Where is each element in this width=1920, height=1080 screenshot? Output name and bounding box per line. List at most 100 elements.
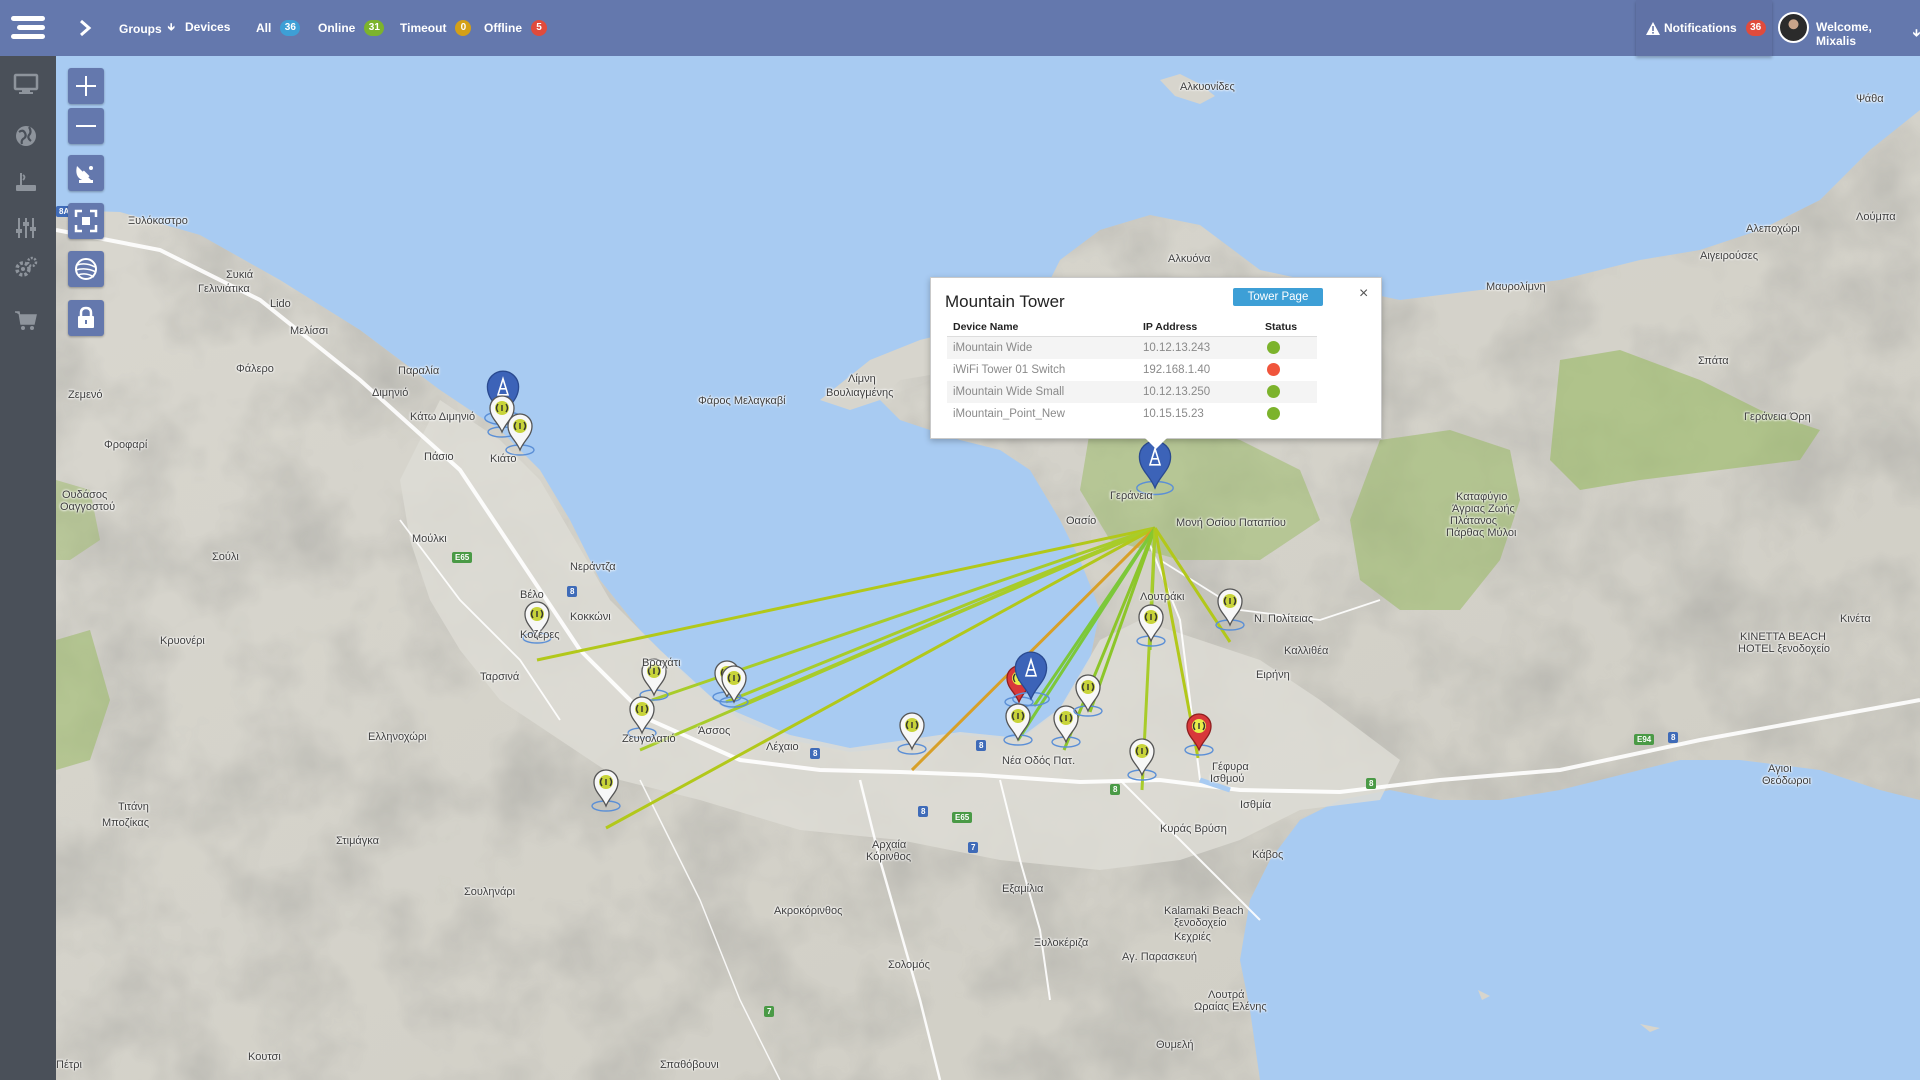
device-marker[interactable] (1215, 588, 1245, 631)
status-online-dot (1267, 385, 1280, 398)
map-place-label: Βουλιαγμένης (826, 387, 894, 399)
map-place-label: Καλλιθέα (1284, 645, 1329, 657)
device-name-cell[interactable]: iMountain_Point_New (947, 403, 1137, 425)
device-marker[interactable] (897, 712, 927, 755)
device-marker[interactable] (1127, 738, 1157, 781)
tower-popup: Mountain Tower Tower Page × Device Name … (930, 277, 1382, 449)
map-place-label: Τιτάνη (118, 801, 149, 813)
map-layer-button[interactable] (68, 251, 104, 287)
map-place-label: Μαυρολίμνη (1486, 281, 1546, 293)
logo-icon (11, 16, 45, 39)
ip-cell: 192.168.1.40 (1143, 363, 1211, 376)
filter-online[interactable]: Online 31 (318, 20, 385, 36)
chevron-right-icon[interactable] (76, 18, 94, 38)
map-place-label: Ουδάσος (62, 489, 108, 501)
road-shield: 8 (976, 740, 987, 751)
map-place-label: Ξυλοκέριζα (1034, 937, 1089, 949)
map-place-label: Αιγειρούσες (1700, 250, 1759, 262)
table-row[interactable]: iMountain Wide Small 10.12.13.250 (947, 380, 1317, 403)
map-place-label: Πέτρι (56, 1059, 82, 1071)
table-row[interactable]: iMountain Wide 10.12.13.243 (947, 336, 1317, 359)
status-offline-dot (1267, 363, 1280, 376)
device-name-cell[interactable]: iMountain Wide (947, 336, 1137, 359)
map-place-label: Λουτρά (1208, 989, 1245, 1001)
offline-device-marker[interactable] (1184, 713, 1214, 756)
road-shield: 8 (1366, 778, 1377, 789)
devices-link[interactable]: Devices (185, 20, 230, 34)
filter-offline[interactable]: Offline 5 (484, 20, 547, 36)
map-place-label: Φάλερο (236, 363, 274, 375)
groups-dropdown[interactable]: Groups 🡳 (119, 20, 175, 37)
filter-timeout[interactable]: Timeout 0 (400, 20, 472, 36)
device-marker[interactable] (1051, 705, 1081, 748)
map-place-label: Ξυλόκαστρο (128, 215, 188, 227)
device-name-cell[interactable]: iMountain Wide Small (947, 380, 1137, 403)
device-marker[interactable] (1003, 703, 1033, 746)
map-place-label: Αρχαία (872, 839, 907, 851)
cart-icon[interactable] (12, 306, 40, 334)
notifications-label: Notifications (1664, 21, 1737, 35)
map-place-label: HOTEL ξενοδοχείο (1738, 643, 1830, 655)
status-online-dot (1267, 341, 1280, 355)
fit-bounds-button[interactable] (68, 203, 104, 239)
avatar[interactable] (1778, 12, 1809, 43)
map-place-label: Λουτράκι (1140, 591, 1185, 603)
app-logo[interactable] (0, 0, 56, 56)
device-marker[interactable] (505, 413, 535, 456)
link-line[interactable] (536, 526, 1156, 662)
link-line[interactable] (605, 526, 1156, 830)
lock-icon (78, 306, 94, 328)
map-place-label: Συκιά (226, 269, 254, 281)
table-row[interactable]: iMountain_Point_New 10.15.15.23 (947, 403, 1317, 425)
map-place-label: Κεχριές (1174, 931, 1211, 943)
device-marker[interactable] (1136, 604, 1166, 647)
zoom-out-button[interactable] (68, 108, 104, 144)
filter-timeout-count: 0 (455, 20, 472, 36)
link-line[interactable] (910, 526, 1157, 772)
device-marker[interactable] (1073, 674, 1103, 717)
map-place-label: Νεράντζα (570, 561, 616, 573)
map-place-label: Εξαμίλια (1002, 883, 1044, 895)
filter-all[interactable]: All 36 (256, 20, 301, 36)
notifications-button[interactable]: Notifications 36 (1636, 0, 1772, 56)
map-place-label: Αλεποχώρι (1746, 223, 1800, 235)
close-icon[interactable]: × (1359, 286, 1368, 302)
map-place-label: Μποζίκας (102, 817, 150, 829)
tower-marker[interactable] (1136, 440, 1174, 496)
map-place-label: Αλκυόνα (1168, 253, 1211, 265)
zoom-in-icon (76, 76, 96, 96)
map-place-label: Ζεμενό (68, 389, 103, 401)
satellite-button[interactable] (68, 155, 104, 191)
road-shield: 8 (1110, 784, 1121, 795)
map-place-label: Γεράνεια Όρη (1744, 411, 1811, 423)
device-marker[interactable] (627, 696, 657, 739)
map-place-label: Κυράς Βρύση (1160, 823, 1227, 835)
gears-icon[interactable] (12, 254, 40, 282)
map-place-label: Ζευγολατιό (622, 733, 676, 745)
road-shield: 7 (764, 1006, 775, 1017)
monitor-icon[interactable] (12, 70, 40, 98)
map-place-label: Κρυονέρι (160, 635, 205, 647)
map-place-label: Κοζέρες (520, 629, 560, 641)
sliders-icon[interactable] (12, 214, 40, 242)
globe-icon[interactable] (12, 122, 40, 150)
router-icon[interactable] (12, 168, 40, 196)
table-row[interactable]: iWiFi Tower 01 Switch 192.168.1.40 (947, 359, 1317, 381)
device-name-cell[interactable]: iWiFi Tower 01 Switch (947, 359, 1137, 381)
map-place-label: Σολομός (888, 959, 930, 971)
status-cell (1259, 380, 1317, 403)
map-view[interactable]: Αλκυονίδες Ψάθα Ξυλόκαστρο Αλκυόνα Αλεποχώρι… (56, 56, 1920, 1080)
tower-page-button[interactable]: Tower Page (1233, 288, 1323, 306)
map-place-label: Θυμελή (1156, 1039, 1194, 1051)
ip-cell: 10.12.13.243 (1137, 336, 1259, 359)
device-marker[interactable] (719, 665, 749, 708)
user-menu[interactable]: Welcome, Mixalis 🡳 (1816, 20, 1920, 48)
device-marker[interactable] (591, 769, 621, 812)
road-shield: 8 (1668, 732, 1679, 743)
lock-button[interactable] (68, 300, 104, 336)
map-place-label: Λίμνη (848, 373, 876, 385)
zoom-in-button[interactable] (68, 68, 104, 104)
devices-label: Devices (185, 20, 231, 34)
notifications-count: 36 (1745, 20, 1766, 36)
map-place-label: Πάσιο (424, 451, 454, 463)
